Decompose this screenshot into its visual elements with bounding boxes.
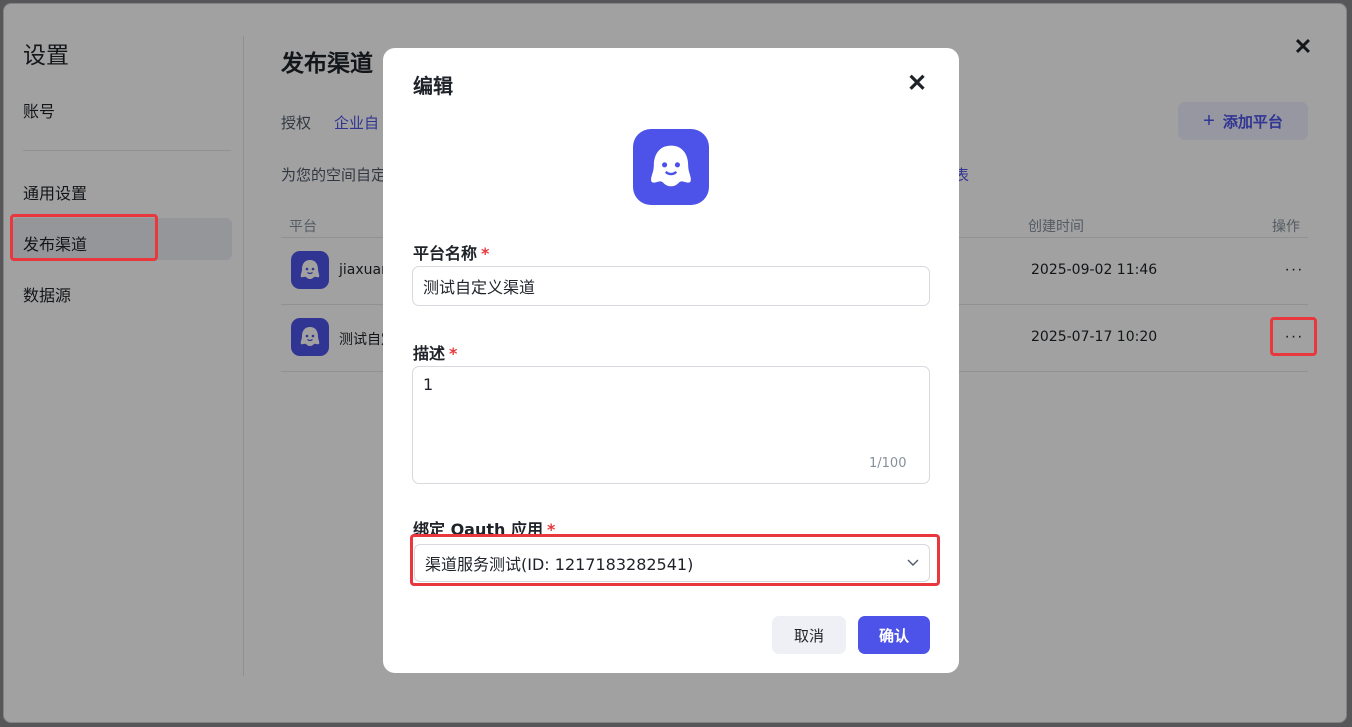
cancel-button[interactable]: 取消 — [772, 616, 846, 654]
platform-name-input[interactable] — [412, 266, 930, 306]
highlight-sidebar-publish-channel — [10, 214, 158, 261]
description-textarea[interactable]: 1 — [412, 366, 930, 484]
ghost-mascot-icon — [633, 129, 709, 205]
description-label-text: 描述 — [413, 344, 446, 363]
description-char-counter: 1/100 — [869, 456, 907, 471]
description-label: 描述 * — [413, 340, 457, 364]
required-mark: * — [481, 244, 490, 263]
edit-dialog: 编辑 ✕ 平台名称* 描述* 1 1/100 绑定 Oauth 应用* 渠道服务… — [383, 48, 959, 673]
highlight-oauth-select — [410, 534, 940, 586]
close-icon: ✕ — [906, 70, 928, 97]
dialog-title: 编辑 — [413, 74, 453, 98]
platform-name-label-text: 平台名称 — [413, 244, 478, 263]
platform-name-label: 平台名称 * — [413, 240, 489, 264]
required-mark: * — [449, 344, 458, 363]
dialog-close-button[interactable]: ✕ — [903, 70, 931, 98]
highlight-row-more-actions — [1270, 317, 1317, 356]
confirm-button[interactable]: 确认 — [858, 616, 930, 654]
